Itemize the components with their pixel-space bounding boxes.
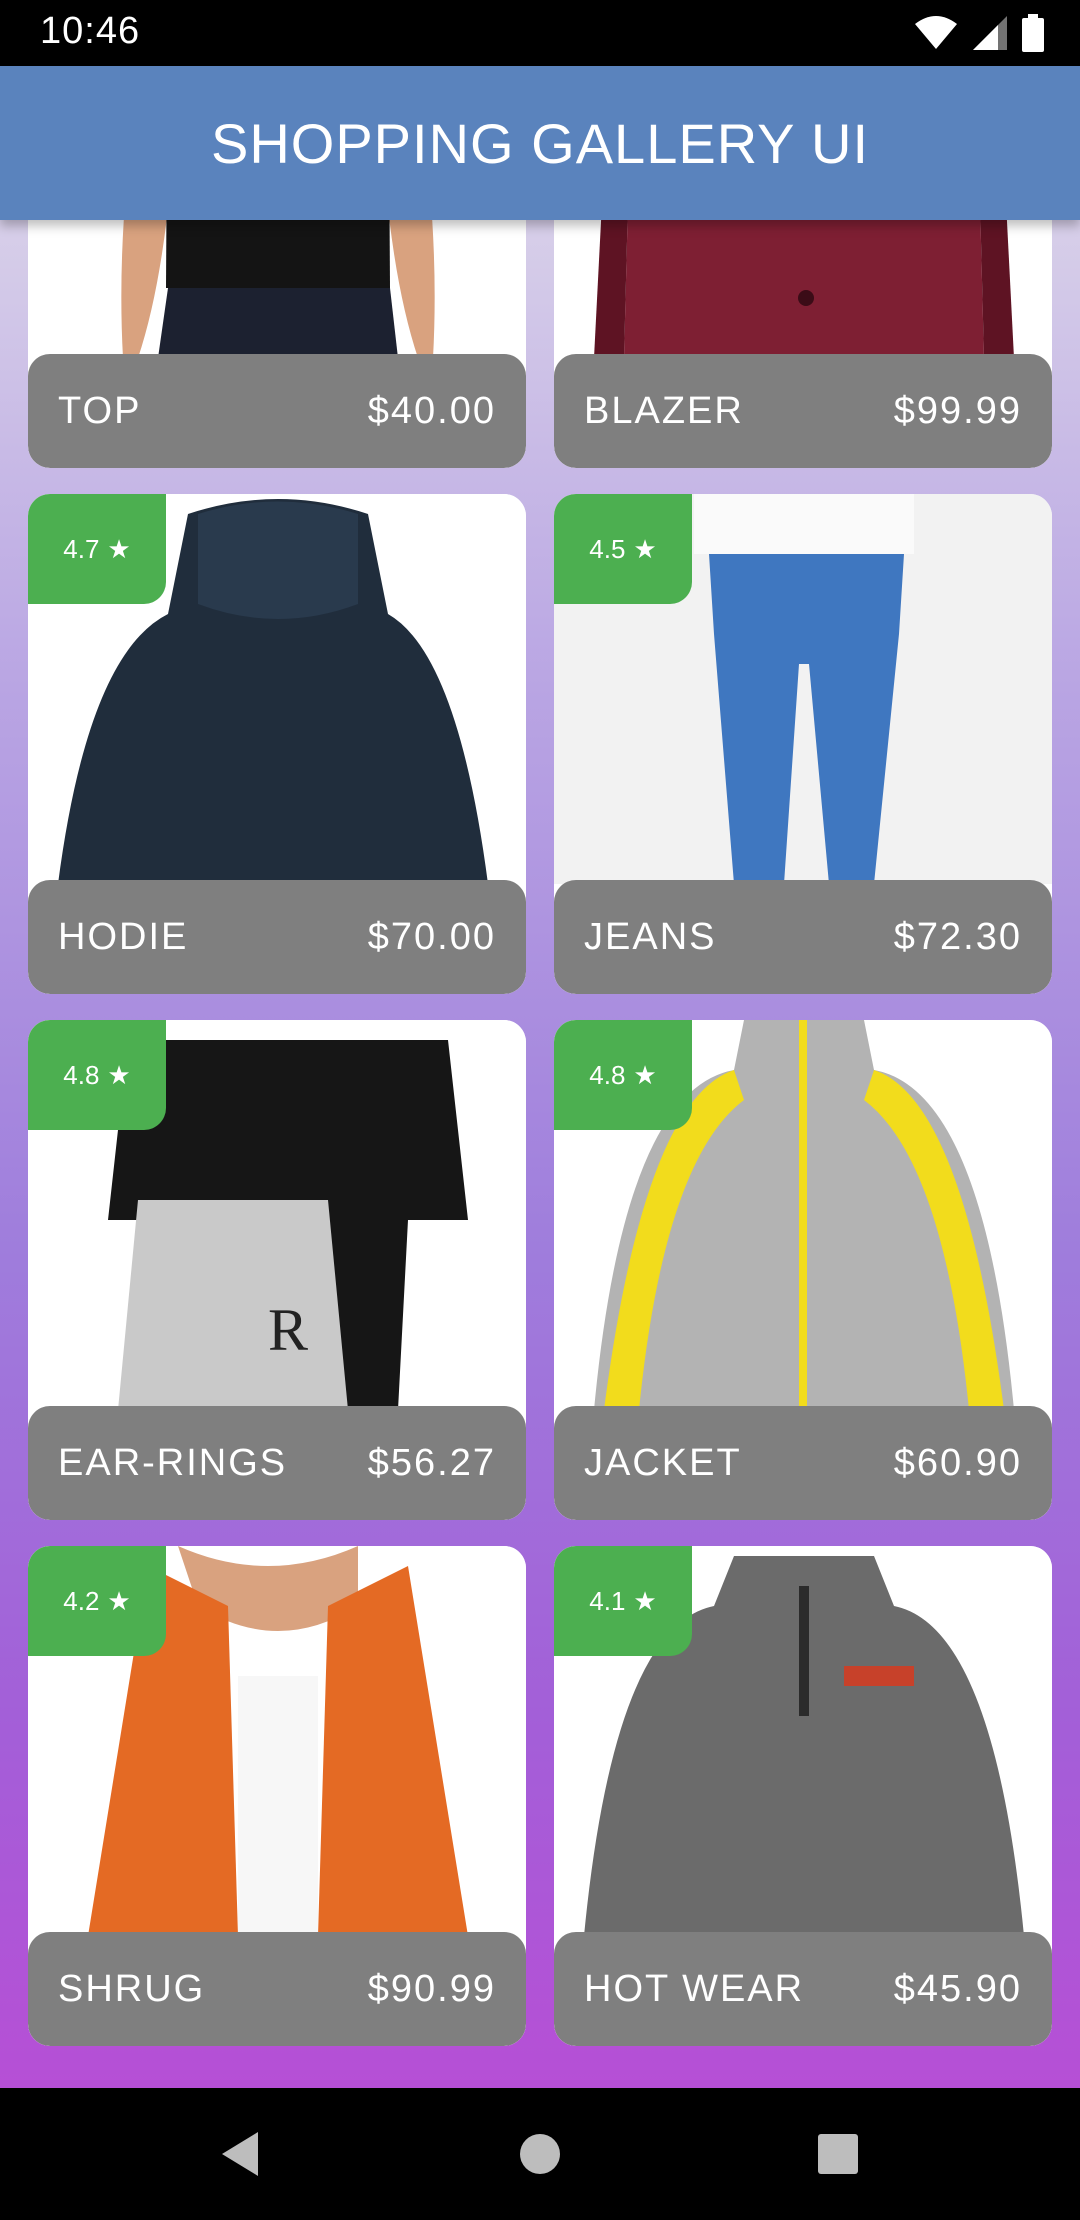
app-bar: SHOPPING GALLERY UI — [0, 66, 1080, 220]
product-price: $99.99 — [893, 389, 1022, 432]
rating-badge: 4.1 ★ — [554, 1546, 692, 1656]
cellular-signal-icon — [973, 16, 1007, 50]
rating-value: 4.7 — [63, 533, 100, 564]
rating-value: 4.5 — [589, 533, 626, 564]
product-name: JACKET — [584, 1441, 742, 1484]
product-image-top — [28, 220, 526, 358]
home-icon[interactable] — [514, 2128, 566, 2180]
product-price: $72.30 — [893, 915, 1022, 958]
star-icon: ★ — [633, 533, 657, 564]
product-card-jeans[interactable]: 4.5 ★ JEANS $72.30 — [554, 494, 1052, 994]
rating-value: 4.1 — [589, 1585, 626, 1616]
star-icon: ★ — [633, 1585, 657, 1616]
product-price: $56.27 — [367, 1441, 496, 1484]
product-gallery[interactable]: TOP $40.00 HI BLAZER — [0, 220, 1080, 2088]
product-price: $90.99 — [367, 1967, 496, 2010]
rating-value: 4.2 — [63, 1585, 100, 1616]
product-name: HOT WEAR — [584, 1967, 805, 2010]
star-icon: ★ — [107, 533, 131, 564]
app-title: SHOPPING GALLERY UI — [210, 111, 870, 175]
status-bar: 10:46 — [0, 0, 1080, 66]
back-icon[interactable] — [216, 2128, 268, 2180]
product-card-shrug[interactable]: 4.2 ★ SHRUG $90.99 — [28, 1546, 526, 2046]
product-card-hodie[interactable]: 4.7 ★ HODIE $70.00 — [28, 494, 526, 994]
product-footer: HOT WEAR $45.90 — [554, 1932, 1052, 2046]
product-card-jacket[interactable]: 4.8 ★ JACKET $60.90 — [554, 1020, 1052, 1520]
product-footer: SHRUG $90.99 — [28, 1932, 526, 2046]
rating-badge: 4.7 ★ — [28, 494, 166, 604]
product-card-hot-wear[interactable]: 4.1 ★ HOT WEAR $45.90 — [554, 1546, 1052, 2046]
wifi-icon — [915, 16, 957, 49]
product-name: HODIE — [58, 915, 189, 958]
product-footer: JEANS $72.30 — [554, 880, 1052, 994]
status-time: 10:46 — [40, 10, 141, 52]
rating-value: 4.8 — [589, 1059, 626, 1090]
star-icon: ★ — [107, 1059, 131, 1090]
product-price: $45.90 — [893, 1967, 1022, 2010]
product-price: $60.90 — [893, 1441, 1022, 1484]
recents-icon[interactable] — [812, 2128, 864, 2180]
product-footer: HODIE $70.00 — [28, 880, 526, 994]
product-name: TOP — [58, 389, 142, 432]
product-card-ear-rings[interactable]: 4.8 ★ R EAR-RINGS $56.27 — [28, 1020, 526, 1520]
rating-badge: 4.2 ★ — [28, 1546, 166, 1656]
rating-badge: 4.8 ★ — [554, 1020, 692, 1130]
status-icons — [914, 14, 1044, 52]
product-name: SHRUG — [58, 1967, 206, 2010]
product-price: $70.00 — [367, 915, 496, 958]
product-footer: JACKET $60.90 — [554, 1406, 1052, 1520]
product-name: JEANS — [584, 915, 717, 958]
battery-icon — [1022, 14, 1044, 52]
star-icon: ★ — [107, 1585, 131, 1616]
product-image-blazer: HI — [554, 220, 1052, 358]
rating-value: 4.8 — [63, 1059, 100, 1090]
product-footer: EAR-RINGS $56.27 — [28, 1406, 526, 1520]
svg-text:R: R — [268, 1297, 308, 1363]
navigation-bar — [0, 2088, 1080, 2220]
star-icon: ★ — [633, 1059, 657, 1090]
rating-badge: 4.8 ★ — [28, 1020, 166, 1130]
product-card-blazer[interactable]: HI BLAZER $99.99 — [554, 220, 1052, 468]
product-name: BLAZER — [584, 389, 744, 432]
product-footer: BLAZER $99.99 — [554, 354, 1052, 468]
product-price: $40.00 — [367, 389, 496, 432]
product-card-top[interactable]: TOP $40.00 — [28, 220, 526, 468]
rating-badge: 4.5 ★ — [554, 494, 692, 604]
product-name: EAR-RINGS — [58, 1441, 288, 1484]
product-footer: TOP $40.00 — [28, 354, 526, 468]
